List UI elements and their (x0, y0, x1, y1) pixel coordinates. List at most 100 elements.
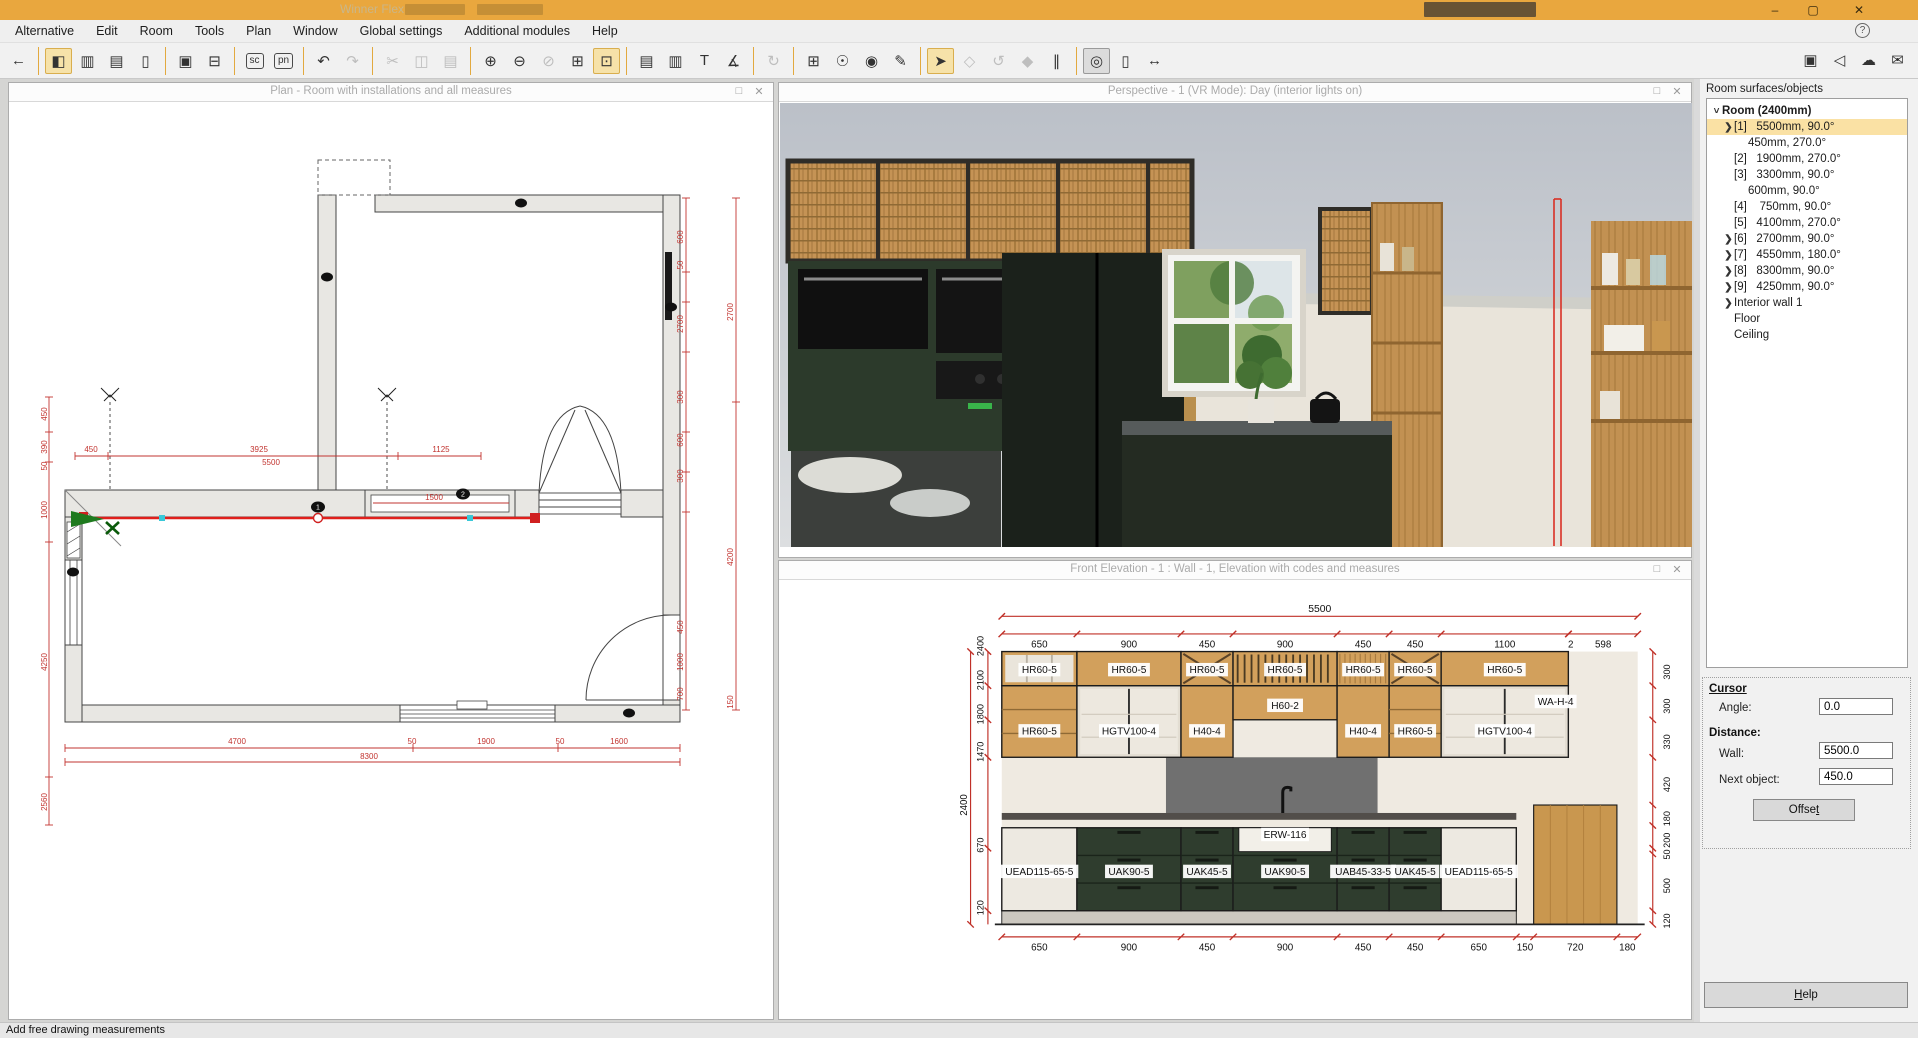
rotate-icon[interactable]: ↻ (760, 48, 787, 74)
floor-plan-drawing[interactable]: 4503925550011251500450390501000425025606… (9, 102, 773, 1019)
plan-panel-titlebar[interactable]: Plan - Room with installations and all m… (9, 83, 773, 102)
pointer-icon[interactable]: ➤ (927, 48, 954, 74)
tree-item[interactable]: [3] 3300mm, 90.0° (1707, 167, 1907, 183)
view-elevation-icon[interactable]: ▥ (74, 48, 101, 74)
export-image-icon[interactable]: ▣ (1797, 47, 1824, 73)
save-icon[interactable]: ▣ (172, 48, 199, 74)
free-measure-icon[interactable]: ↔ (1141, 48, 1168, 74)
tree-item[interactable]: ❯[1] 5500mm, 90.0° (1707, 119, 1907, 135)
offset-button[interactable]: Offset (1753, 799, 1855, 821)
select-3d-icon[interactable]: ◇ (956, 48, 983, 74)
zoom-selection-icon[interactable]: ⊡ (593, 48, 620, 74)
tree-item[interactable]: Floor (1707, 311, 1907, 327)
menu-alternative[interactable]: Alternative (4, 22, 85, 40)
chevron-icon[interactable]: ˅ (1711, 106, 1722, 117)
tree-item[interactable]: ❯Interior wall 1 (1707, 295, 1907, 311)
camera-view-icon[interactable]: ◉ (858, 48, 885, 74)
panel-close-icon[interactable]: ✕ (1669, 85, 1685, 98)
copy-icon[interactable]: ◫ (408, 48, 435, 74)
draw-wall-icon[interactable]: ✎ (887, 48, 914, 74)
tree-item[interactable]: ❯[6] 2700mm, 90.0° (1707, 231, 1907, 247)
tree-item[interactable]: ❯[9] 4250mm, 90.0° (1707, 279, 1907, 295)
redo-icon[interactable]: ↷ (339, 48, 366, 74)
menu-tools[interactable]: Tools (184, 22, 235, 40)
tree-item[interactable]: [2] 1900mm, 270.0° (1707, 151, 1907, 167)
menu-additional-modules[interactable]: Additional modules (453, 22, 581, 40)
elevation-panel-titlebar[interactable]: Front Elevation - 1 : Wall - 1, Elevatio… (779, 561, 1691, 580)
chevron-icon[interactable]: ❯ (1723, 250, 1734, 261)
back-icon[interactable]: ← (5, 48, 32, 74)
cloud-sync-icon[interactable]: ☁ (1855, 47, 1882, 73)
title-bar: Winner Flex – ▢ ✕ (0, 0, 1918, 20)
chevron-icon[interactable]: ❯ (1723, 266, 1734, 277)
menu-plan[interactable]: Plan (235, 22, 282, 40)
electrical-socket-icon[interactable]: ☉ (829, 48, 856, 74)
annotation-leader-icon[interactable]: ▥ (662, 48, 689, 74)
scale-button[interactable]: sc (241, 48, 268, 74)
svg-text:UEAD115-65-5: UEAD115-65-5 (1445, 867, 1514, 878)
panel-maximize-icon[interactable]: □ (731, 85, 747, 97)
email-icon[interactable]: ✉ (1884, 47, 1911, 73)
zoom-in-icon[interactable]: ⊕ (477, 48, 504, 74)
panel-close-icon[interactable]: ✕ (1669, 563, 1685, 576)
zoom-previous-icon[interactable]: ⊘ (535, 48, 562, 74)
maximize-button[interactable]: ▢ (1796, 0, 1830, 20)
tree-item[interactable]: [4] 750mm, 90.0° (1707, 199, 1907, 215)
zoom-window-icon[interactable]: ⊞ (564, 48, 591, 74)
menu-window[interactable]: Window (282, 22, 348, 40)
view-plan-icon[interactable]: ◧ (45, 48, 72, 74)
measure-object-icon[interactable]: ∡ (720, 48, 747, 74)
tree-item[interactable]: ❯[7] 4550mm, 180.0° (1707, 247, 1907, 263)
elevation-drawing[interactable]: UEAD115-65-5UAK90-5UAK45-5UAK90-5UAB45-3… (959, 597, 1699, 967)
print-icon[interactable]: ⊟ (201, 48, 228, 74)
wall-distance-input[interactable] (1819, 742, 1893, 759)
send-plan-icon[interactable]: ◁ (1826, 47, 1853, 73)
svg-text:1470: 1470 (975, 742, 985, 762)
perspective-panel-titlebar[interactable]: Perspective - 1 (VR Mode): Day (interior… (779, 83, 1691, 102)
help-badge-icon[interactable]: ? (1855, 23, 1870, 38)
rotate-3d-icon[interactable]: ↺ (985, 48, 1012, 74)
text-icon[interactable]: T (691, 48, 718, 74)
menu-global-settings[interactable]: Global settings (349, 22, 454, 40)
paste-icon[interactable]: ▤ (437, 48, 464, 74)
tilt-3d-icon[interactable]: ◆ (1014, 48, 1041, 74)
angle-input[interactable] (1819, 698, 1893, 715)
svg-text:598: 598 (1595, 640, 1611, 651)
menu-edit[interactable]: Edit (85, 22, 129, 40)
tree-item[interactable]: ❯[8] 8300mm, 90.0° (1707, 263, 1907, 279)
tree-item[interactable]: [5] 4100mm, 270.0° (1707, 215, 1907, 231)
sheet-layout-icon[interactable]: ▯ (1112, 48, 1139, 74)
next-object-input[interactable] (1819, 768, 1893, 785)
panel-maximize-icon[interactable]: □ (1649, 563, 1665, 575)
chevron-icon[interactable]: ❯ (1723, 122, 1734, 133)
annotation-icon[interactable]: ▤ (633, 48, 660, 74)
snap-cross-icon (106, 522, 119, 534)
panel-maximize-icon[interactable]: □ (1649, 85, 1665, 97)
zoom-out-icon[interactable]: ⊖ (506, 48, 533, 74)
chevron-icon[interactable]: ❯ (1723, 298, 1734, 309)
tree-item[interactable]: 600mm, 90.0° (1707, 183, 1907, 199)
help-button[interactable]: Help (1704, 982, 1908, 1008)
cut-icon[interactable]: ✂ (379, 48, 406, 74)
svg-text:450: 450 (1355, 943, 1372, 954)
chevron-icon[interactable]: ❯ (1723, 282, 1734, 293)
minimize-button[interactable]: – (1758, 0, 1792, 20)
tree-item[interactable]: ˅Room (2400mm) (1707, 103, 1907, 119)
undo-icon[interactable]: ↶ (310, 48, 337, 74)
tree-item-label: [2] 1900mm, 270.0° (1734, 153, 1841, 165)
svg-text:1: 1 (316, 505, 320, 512)
close-button[interactable]: ✕ (1842, 0, 1876, 20)
tree-item[interactable]: Ceiling (1707, 327, 1907, 343)
tree-item[interactable]: 450mm, 270.0° (1707, 135, 1907, 151)
chevron-icon[interactable]: ❯ (1723, 234, 1734, 245)
tape-measure-icon[interactable]: ◎ (1083, 48, 1110, 74)
menu-room[interactable]: Room (129, 22, 184, 40)
parallel-measure-icon[interactable]: ∥ (1043, 48, 1070, 74)
render-3d-view[interactable] (780, 103, 1692, 547)
menu-help[interactable]: Help (581, 22, 629, 40)
view-perspective-icon[interactable]: ▤ (103, 48, 130, 74)
panel-close-icon[interactable]: ✕ (751, 85, 767, 98)
view-article-list-icon[interactable]: ▯ (132, 48, 159, 74)
pan-button[interactable]: pn (270, 48, 297, 74)
cabinet-dimensions-icon[interactable]: ⊞ (800, 48, 827, 74)
